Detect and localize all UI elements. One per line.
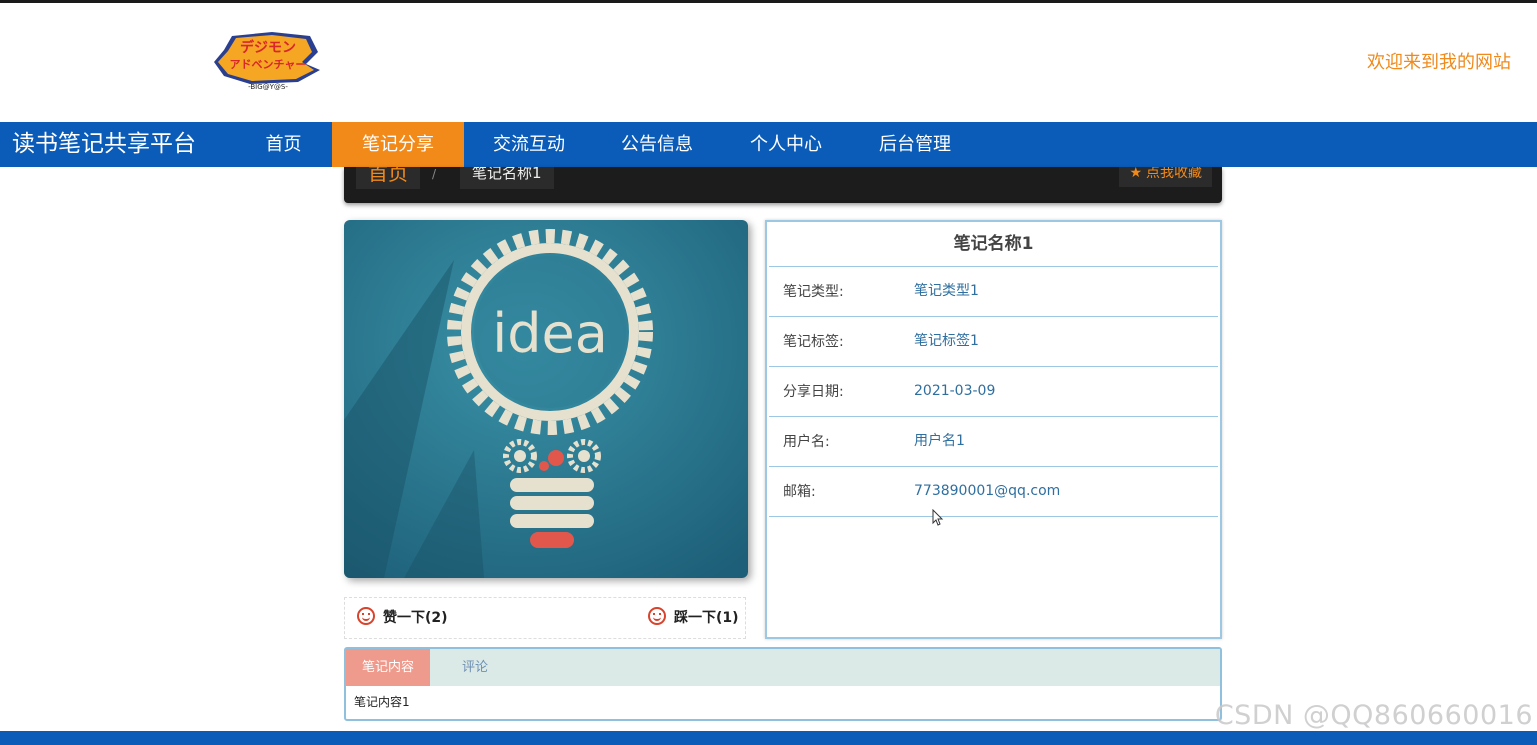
info-row-email: 邮箱: 773890001@qq.com — [769, 467, 1218, 517]
info-row-date: 分享日期: 2021-03-09 — [769, 367, 1218, 417]
tab-comments[interactable]: 评论 — [458, 649, 492, 686]
mouse-cursor-icon — [932, 509, 944, 526]
cover-word: idea — [492, 302, 608, 365]
logo-text-top: デジモン — [240, 39, 296, 56]
info-value: 用户名1 — [914, 433, 965, 449]
breadcrumb-current: 笔记名称1 — [460, 167, 554, 189]
nav-announcements[interactable]: 公告信息 — [594, 122, 720, 167]
note-tabs: 笔记内容 评论 笔记内容1 — [344, 647, 1222, 721]
like-button[interactable]: 赞一下(2) — [357, 598, 448, 638]
dislike-count: (1) — [716, 610, 739, 626]
nav-personal-center[interactable]: 个人中心 — [722, 122, 850, 167]
nav-interaction[interactable]: 交流互动 — [466, 122, 592, 167]
info-label: 邮箱: — [783, 484, 816, 500]
digimon-logo[interactable]: デジモン アドベンチャー -BIG@Y@S- — [210, 30, 328, 92]
breadcrumb-separator: / — [432, 167, 437, 181]
favorite-label: 点我收藏 — [1146, 167, 1202, 181]
welcome-text: 欢迎来到我的网站 — [1367, 52, 1511, 73]
smiley-face-icon — [648, 607, 666, 625]
info-row-username: 用户名: 用户名1 — [769, 417, 1218, 467]
nav-note-share[interactable]: 笔记分享 — [332, 122, 464, 167]
star-icon: ★ — [1129, 167, 1142, 181]
info-value: 笔记类型1 — [914, 283, 979, 299]
info-row-type: 笔记类型: 笔记类型1 — [769, 267, 1218, 317]
note-cover-image: idea — [344, 220, 748, 578]
favorite-button[interactable]: ★ 点我收藏 — [1119, 167, 1212, 187]
info-label: 笔记类型: — [783, 284, 844, 300]
tab-note-content[interactable]: 笔记内容 — [346, 649, 430, 686]
dislike-button[interactable]: 踩一下(1) — [648, 598, 739, 638]
footer-bar — [0, 731, 1537, 745]
like-label: 赞一下 — [383, 610, 425, 626]
nav-admin[interactable]: 后台管理 — [852, 122, 978, 167]
info-label: 分享日期: — [783, 384, 844, 400]
site-brand[interactable]: 读书笔记共享平台 — [12, 122, 196, 167]
nav-home[interactable]: 首页 — [237, 122, 330, 167]
breadcrumb-home[interactable]: 首页 — [356, 167, 420, 189]
info-label: 用户名: — [783, 434, 830, 450]
note-info-panel: 笔记名称1 笔记类型: 笔记类型1 笔记标签: 笔记标签1 分享日期: 2021… — [765, 220, 1222, 639]
tab-content: 笔记内容1 — [354, 695, 410, 709]
logo-text-mid: アドベンチャー — [230, 58, 307, 71]
top-rule — [0, 0, 1537, 3]
info-value: 2021-03-09 — [914, 383, 996, 399]
page: デジモン アドベンチャー -BIG@Y@S- 欢迎来到我的网站 读书笔记共享平台… — [0, 0, 1537, 745]
logo-text-bottom: -BIG@Y@S- — [248, 83, 288, 91]
dislike-label: 踩一下 — [674, 610, 716, 626]
info-value: 773890001@qq.com — [914, 483, 1061, 499]
like-count: (2) — [425, 610, 448, 626]
info-row-tag: 笔记标签: 笔记标签1 — [769, 317, 1218, 367]
breadcrumb: 首页 / 笔记名称1 ★ 点我收藏 — [344, 167, 1222, 203]
watermark: CSDN @QQ860660016 — [1214, 700, 1533, 731]
vote-box: 赞一下(2) 踩一下(1) — [344, 597, 746, 639]
info-label: 笔记标签: — [783, 334, 844, 350]
main-nav: 读书笔记共享平台 首页 笔记分享 交流互动 公告信息 个人中心 后台管理 — [0, 122, 1537, 167]
note-title: 笔记名称1 — [769, 222, 1218, 267]
info-value: 笔记标签1 — [914, 333, 979, 349]
smiley-face-icon — [357, 607, 375, 625]
tab-strip: 笔记内容 评论 — [346, 649, 1220, 686]
